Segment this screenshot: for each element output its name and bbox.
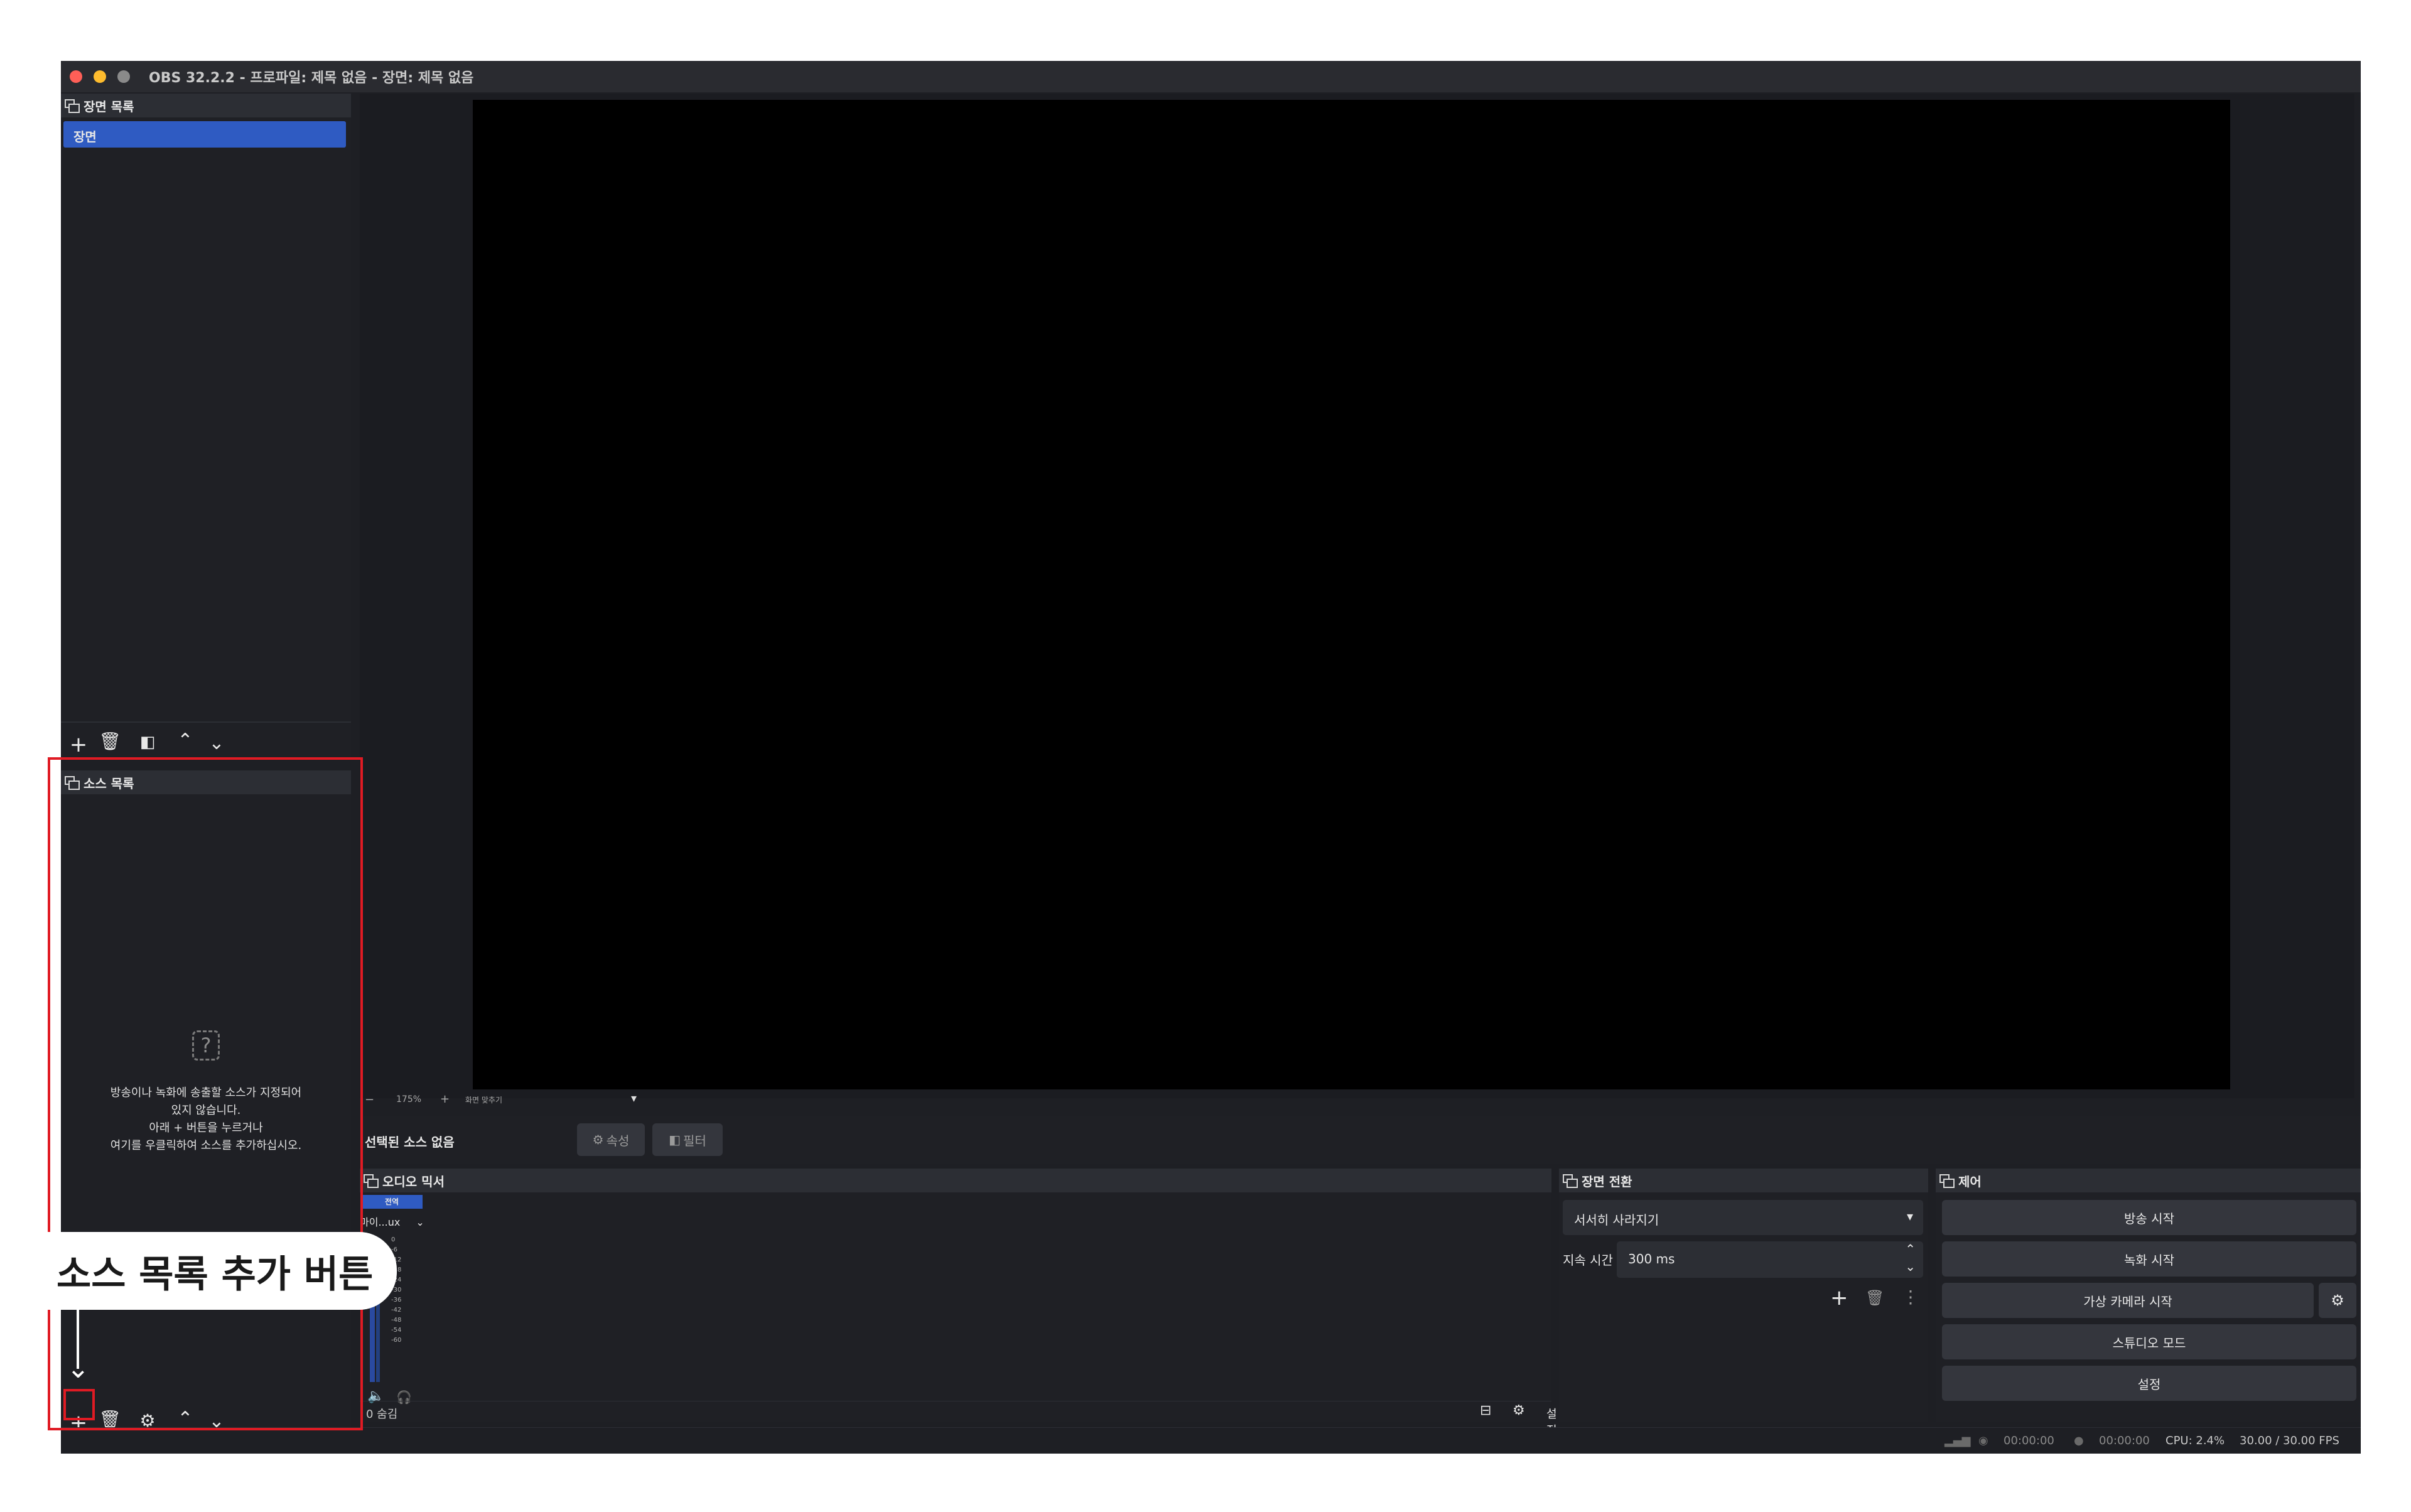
fps-display: 30.00 / 30.00 FPS	[2240, 1434, 2339, 1447]
chevron-down-icon: ▾	[1906, 1209, 1913, 1224]
controls-title: 제어	[1958, 1174, 1982, 1189]
dock-icon[interactable]	[362, 1173, 379, 1188]
scene-item[interactable]: 장면	[63, 121, 346, 148]
duration-spinbox[interactable]: 300 ms ⌃ ⌄	[1617, 1241, 1923, 1278]
scenes-dock-title: 장면 목록	[84, 99, 134, 114]
scale-tick: -36	[391, 1297, 402, 1304]
transitions-header: 장면 전환	[1559, 1169, 1928, 1192]
scale-tick: 0	[391, 1236, 396, 1243]
audio-mixer-dock: 오디오 믹서 전역 마이...ux ⌄ 0 -6 -12 -18 -24 -30…	[360, 1169, 1557, 1451]
scene-item-label: 장면	[73, 129, 97, 144]
filters-icon: ◧	[669, 1132, 681, 1147]
zoom-level: 175%	[396, 1094, 422, 1104]
stream-indicator-icon: ◉	[1978, 1434, 1988, 1447]
zoom-window-button[interactable]	[117, 70, 130, 83]
add-transition-button[interactable]: +	[1830, 1285, 1848, 1310]
stream-time: 00:00:00	[2004, 1434, 2054, 1447]
duration-label: 지속 시간	[1563, 1253, 1613, 1268]
transitions-dock: 장면 전환 서서히 사라지기 ▾ 지속 시간 300 ms ⌃ ⌄ + 🗑 ⋮	[1559, 1169, 1928, 1422]
add-scene-button[interactable]: +	[66, 734, 91, 755]
layout-icon[interactable]: ⊟	[1480, 1403, 1491, 1418]
controls-header: 제어	[1936, 1169, 2361, 1192]
obs-window: OBS 32.2.2 - 프로파일: 제목 없음 - 장면: 제목 없음 장면 …	[61, 61, 2361, 1454]
window-title: OBS 32.2.2 - 프로파일: 제목 없음 - 장면: 제목 없음	[149, 70, 474, 86]
zoom-out-button[interactable]: −	[365, 1093, 374, 1106]
advanced-audio-gear-icon[interactable]: ⚙	[1513, 1403, 1525, 1418]
dock-icon[interactable]	[1561, 1173, 1578, 1188]
transitions-title: 장면 전환	[1582, 1174, 1632, 1189]
start-streaming-button[interactable]: 방송 시작	[1942, 1200, 2356, 1235]
remove-transition-button[interactable]: 🗑	[1865, 1289, 1884, 1307]
audio-device-label[interactable]: 마이...ux ⌄	[360, 1214, 429, 1229]
status-bar: ▂▄▆ ◉ 00:00:00 ● 00:00:00 CPU: 2.4% 30.0…	[61, 1427, 2361, 1454]
more-options-icon[interactable]: ⋮	[1902, 1287, 1919, 1307]
chevron-up-icon[interactable]: ⌃	[1905, 1241, 1916, 1256]
properties-label: 속성	[606, 1133, 630, 1148]
scenes-dock-header: 장면 목록	[61, 94, 351, 117]
scenes-dock: 장면 목록 장면 + 🗑 ◧ ⌃ ⌄	[61, 94, 351, 759]
callout-label: 소스 목록 추가 버튼	[26, 1232, 397, 1310]
chevron-down-icon[interactable]: ⌄	[1905, 1259, 1916, 1274]
scale-tick: -54	[391, 1327, 402, 1334]
audio-footer: 0 숨김 ⊟ ⚙ 설정 ▾	[360, 1401, 1557, 1451]
start-recording-button[interactable]: 녹화 시작	[1942, 1241, 2356, 1277]
network-bars-icon: ▂▄▆	[1944, 1434, 1971, 1447]
filters-label: 필터	[683, 1133, 706, 1148]
duration-value: 300 ms	[1628, 1251, 1675, 1266]
scale-tick: -42	[391, 1307, 402, 1314]
filters-button[interactable]: ◧ 필터	[652, 1123, 723, 1156]
hidden-count[interactable]: 0 숨김	[366, 1405, 397, 1422]
no-source-label: 선택된 소스 없음	[365, 1135, 455, 1150]
sources-dock-highlight	[48, 757, 363, 1430]
studio-mode-button[interactable]: 스튜디오 모드	[1942, 1324, 2356, 1359]
move-scene-down-button[interactable]: ⌄	[204, 734, 229, 753]
chevron-down-icon[interactable]: ▾	[631, 1092, 637, 1105]
cpu-usage: CPU: 2.4%	[2166, 1434, 2225, 1447]
preview-canvas[interactable]	[473, 100, 2230, 1089]
scale-tick: -48	[391, 1317, 402, 1324]
start-virtual-camera-button[interactable]: 가상 카메라 시작	[1942, 1283, 2314, 1318]
meter-scale: 0 -6 -12 -18 -24 -30 -36 -42 -48 -54 -60	[391, 1235, 401, 1346]
record-indicator-icon: ●	[2074, 1434, 2084, 1447]
add-button-highlight	[63, 1389, 95, 1420]
device-name: 마이...ux	[360, 1216, 401, 1228]
dock-icon[interactable]	[63, 98, 80, 113]
virtual-camera-gear-icon[interactable]: ⚙	[2319, 1283, 2356, 1318]
audio-mixer-header: 오디오 믹서	[360, 1169, 1551, 1192]
minimize-window-button[interactable]	[94, 70, 106, 83]
title-bar: OBS 32.2.2 - 프로파일: 제목 없음 - 장면: 제목 없음	[61, 61, 2361, 92]
record-time: 00:00:00	[2099, 1434, 2150, 1447]
properties-button[interactable]: ⚙ 속성	[577, 1123, 645, 1156]
remove-scene-button[interactable]: 🗑	[97, 733, 122, 750]
gear-icon: ⚙	[592, 1132, 604, 1147]
move-scene-up-button[interactable]: ⌃	[173, 732, 198, 750]
close-window-button[interactable]	[70, 70, 82, 83]
tab-global[interactable]: 전역	[361, 1195, 423, 1209]
fit-select[interactable]: 화면 맞추기	[465, 1094, 502, 1105]
transition-selected: 서서히 사라지기	[1574, 1212, 1659, 1228]
controls-dock: 제어 방송 시작 녹화 시작 가상 카메라 시작 ⚙ 스튜디오 모드 설정	[1936, 1169, 2361, 1422]
context-bar: 선택된 소스 없음 ⚙ 속성 ◧ 필터	[360, 1116, 2361, 1164]
transition-select[interactable]: 서서히 사라지기 ▾	[1563, 1200, 1923, 1235]
scale-tick: -60	[391, 1337, 402, 1344]
down-arrow-icon: ⌄	[67, 1353, 90, 1385]
divider	[61, 721, 351, 723]
settings-button[interactable]: 설정	[1942, 1366, 2356, 1401]
chevron-down-icon: ⌄	[416, 1216, 424, 1228]
zoom-in-button[interactable]: +	[440, 1093, 450, 1106]
scene-filters-button[interactable]: ◧	[135, 734, 160, 750]
audio-mixer-title: 오디오 믹서	[382, 1174, 445, 1189]
preview-toolbar: − 175% + 화면 맞추기 ▾	[365, 1092, 716, 1110]
dock-icon[interactable]	[1938, 1173, 1955, 1188]
